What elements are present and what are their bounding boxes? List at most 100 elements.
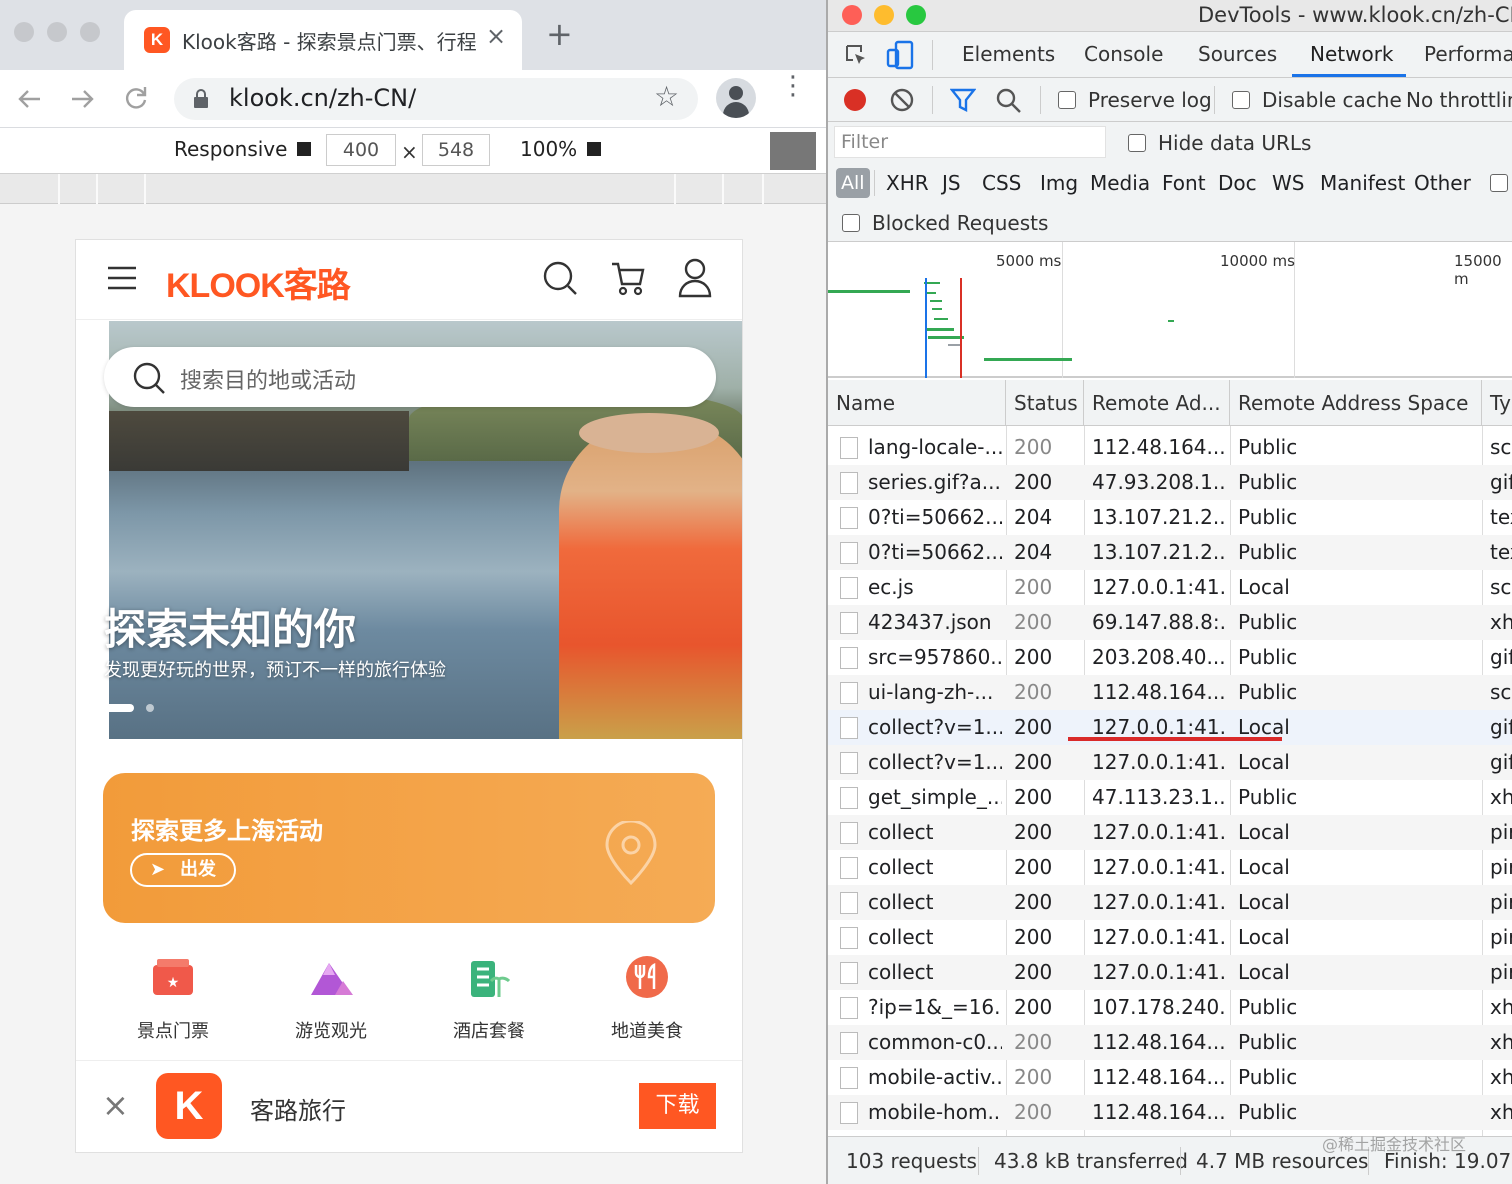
- request-row[interactable]: series.gif?a... 200 47.93.208.1... Public gi…: [828, 465, 1512, 500]
- carousel-dot[interactable]: [146, 704, 154, 712]
- request-row[interactable]: collect 200 127.0.0.1:41... Local pir: [828, 955, 1512, 990]
- forward-arrow-icon[interactable]: [68, 85, 96, 113]
- filter-funnel-icon[interactable]: [950, 88, 976, 112]
- browser-menu-icon[interactable]: ⋮: [780, 73, 806, 99]
- request-row[interactable]: collect 200 127.0.0.1:41... Local pir: [828, 885, 1512, 920]
- media-query-bar[interactable]: [0, 174, 826, 204]
- inspect-element-icon[interactable]: [844, 43, 868, 67]
- request-remote-address: 203.208.40....: [1092, 645, 1226, 669]
- cart-icon[interactable]: [610, 260, 646, 296]
- request-row[interactable]: ui-lang-zh-... 200 112.48.164.... Public sc: [828, 675, 1512, 710]
- tab-performance[interactable]: Performan: [1424, 42, 1512, 66]
- download-button[interactable]: 下载: [639, 1083, 716, 1129]
- disable-cache-checkbox[interactable]: [1232, 91, 1250, 109]
- column-name[interactable]: Name: [828, 380, 1006, 426]
- reload-icon[interactable]: [122, 84, 150, 112]
- request-row[interactable]: get_simple_... 200 47.113.23.1... Public xh: [828, 780, 1512, 815]
- request-type: tex: [1490, 540, 1512, 564]
- type-filter-xhr[interactable]: XHR: [886, 171, 929, 195]
- tab-sources[interactable]: Sources: [1198, 42, 1277, 66]
- request-row[interactable]: collect 200 127.0.0.1:41... Local pir: [828, 920, 1512, 955]
- user-account-icon[interactable]: [678, 258, 712, 298]
- bookmark-star-icon[interactable]: ☆: [654, 80, 679, 113]
- new-tab-button[interactable]: +: [546, 18, 573, 50]
- type-filter-other[interactable]: Other: [1414, 171, 1471, 195]
- request-row[interactable]: mobile-hom... 200 112.48.164.... Public xh: [828, 1095, 1512, 1130]
- column-status[interactable]: Status: [1006, 380, 1084, 426]
- browser-tab[interactable]: K Klook客路 - 探索景点门票、行程 ×: [124, 10, 522, 70]
- request-address-space: Public: [1238, 1030, 1298, 1054]
- request-row[interactable]: collect 200 127.0.0.1:41... Local pir: [828, 850, 1512, 885]
- tab-console[interactable]: Console: [1084, 42, 1163, 66]
- window-minimize-button[interactable]: [47, 22, 67, 42]
- type-filter-manifest[interactable]: Manifest: [1320, 171, 1405, 195]
- category-tickets[interactable]: ★ 景点门票: [108, 955, 238, 1043]
- blocked-requests-checkbox[interactable]: [842, 214, 860, 232]
- filter-placeholder: Filter: [841, 131, 889, 153]
- type-filter-media[interactable]: Media: [1090, 171, 1150, 195]
- hamburger-menu-icon[interactable]: [106, 264, 138, 292]
- request-row[interactable]: mobile-activ... 200 112.48.164.... Public xh: [828, 1060, 1512, 1095]
- request-row[interactable]: ec.js 200 127.0.0.1:41... Local sc: [828, 570, 1512, 605]
- search-icon[interactable]: [542, 260, 578, 296]
- filter-input[interactable]: Filter: [834, 126, 1106, 158]
- request-row[interactable]: 0?ti=50662... 204 13.107.21.2... Public tex: [828, 500, 1512, 535]
- category-food[interactable]: 地道美食: [582, 955, 712, 1043]
- tab-close-icon[interactable]: ×: [486, 22, 506, 50]
- request-row[interactable]: common-c0... 200 112.48.164.... Public xh: [828, 1025, 1512, 1060]
- request-row[interactable]: lang-locale-... 200 112.48.164.... Public sc: [828, 430, 1512, 465]
- type-filter-js[interactable]: JS: [942, 171, 961, 195]
- tab-network[interactable]: Network: [1310, 42, 1394, 66]
- preserve-log-checkbox[interactable]: [1058, 91, 1076, 109]
- promo-go-button[interactable]: ➤ 出发: [130, 853, 236, 887]
- promo-card[interactable]: 探索更多上海活动 ➤ 出发: [103, 773, 715, 923]
- responsive-dropdown[interactable]: Responsive: [174, 137, 311, 161]
- request-row[interactable]: collect?v=1... 200 127.0.0.1:41... Local gif: [828, 745, 1512, 780]
- klook-logo[interactable]: KLOOK客路: [166, 258, 351, 307]
- request-row[interactable]: collect 200 127.0.0.1:41... Local pir: [828, 815, 1512, 850]
- request-row[interactable]: 0?ti=50662... 204 13.107.21.2... Public tex: [828, 535, 1512, 570]
- profile-avatar[interactable]: [716, 78, 756, 118]
- column-type[interactable]: Typ: [1482, 380, 1512, 426]
- zoom-dropdown[interactable]: 100%: [520, 137, 601, 161]
- disable-cache-label: Disable cache: [1262, 88, 1402, 112]
- record-button[interactable]: [844, 89, 866, 111]
- type-filter-img[interactable]: Img: [1040, 171, 1078, 195]
- category-hotels[interactable]: 酒店套餐: [424, 955, 554, 1043]
- type-filter-font[interactable]: Font: [1162, 171, 1206, 195]
- devtools-minimize-button[interactable]: [874, 5, 894, 25]
- device-width-input[interactable]: 400: [326, 134, 396, 166]
- window-close-button[interactable]: [14, 22, 34, 42]
- clear-icon[interactable]: [890, 88, 914, 112]
- window-zoom-button[interactable]: [80, 22, 100, 42]
- carousel-dot-active[interactable]: [104, 704, 134, 712]
- request-row[interactable]: 423437.json 200 69.147.88.8:... Public xh: [828, 605, 1512, 640]
- back-arrow-icon[interactable]: [16, 85, 44, 113]
- banner-close-icon[interactable]: ×: [102, 1085, 129, 1125]
- has-blocked-cookies-checkbox[interactable]: [1490, 174, 1508, 192]
- type-filter-ws[interactable]: WS: [1272, 171, 1304, 195]
- site-search-bar[interactable]: 搜索目的地或活动: [104, 347, 716, 407]
- request-status: 200: [1014, 750, 1053, 774]
- type-filter-css[interactable]: CSS: [982, 171, 1021, 195]
- devtools-zoom-button[interactable]: [906, 5, 926, 25]
- network-overview-timeline[interactable]: 5000 ms 10000 ms 15000 m: [828, 242, 1512, 378]
- category-tours[interactable]: 游览观光: [266, 955, 396, 1043]
- request-row[interactable]: ?ip=1&_=16... 200 107.178.240.... Public xh: [828, 990, 1512, 1025]
- request-name: collect: [868, 890, 934, 914]
- throttling-dropdown[interactable]: No throttling: [1406, 88, 1512, 112]
- devtools-close-button[interactable]: [842, 5, 862, 25]
- timeline-tick: 5000 ms: [996, 252, 1062, 270]
- device-height-input[interactable]: 548: [422, 134, 490, 166]
- device-more-button[interactable]: [770, 132, 816, 170]
- column-remote-address[interactable]: Remote Ad...: [1084, 380, 1230, 426]
- hide-data-urls-checkbox[interactable]: [1128, 134, 1146, 152]
- address-bar[interactable]: klook.cn/zh-CN/ ☆: [174, 78, 698, 120]
- device-toggle-icon[interactable]: [886, 40, 914, 70]
- type-filter-all[interactable]: All: [836, 168, 870, 198]
- column-remote-address-space[interactable]: Remote Address Space: [1230, 380, 1482, 426]
- type-filter-doc[interactable]: Doc: [1218, 171, 1257, 195]
- tab-elements[interactable]: Elements: [962, 42, 1055, 66]
- request-row[interactable]: src=957860... 200 203.208.40.... Public gif: [828, 640, 1512, 675]
- search-network-icon[interactable]: [996, 88, 1022, 114]
